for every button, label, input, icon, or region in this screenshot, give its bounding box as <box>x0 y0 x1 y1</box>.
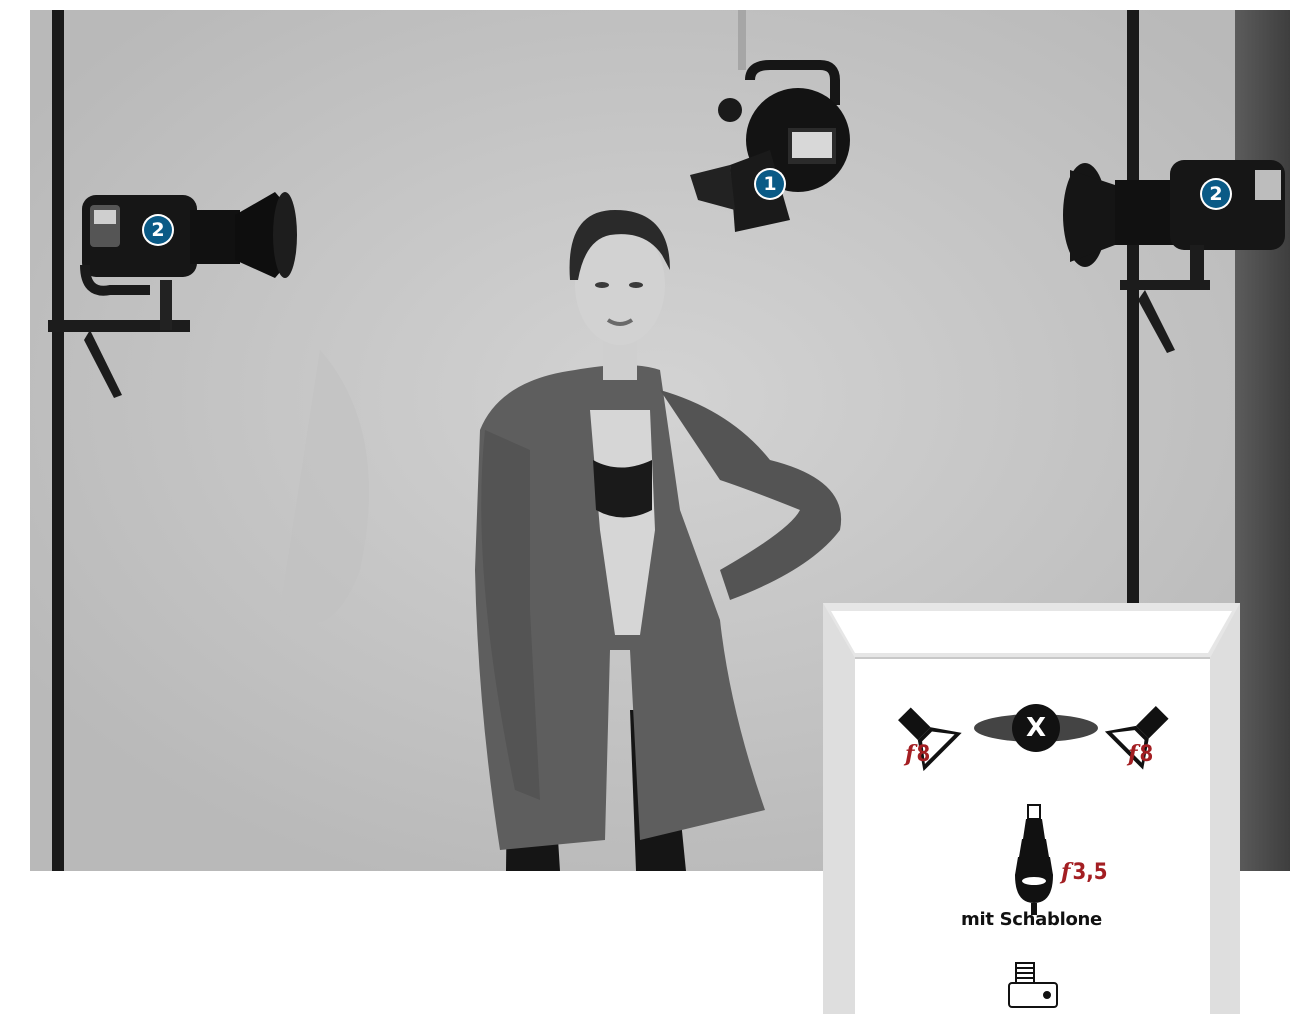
spot-fstop: f3,5 <box>1061 859 1108 885</box>
light-number-badge-1: 1 <box>756 170 784 198</box>
light-number-badge-2-right: 2 <box>1202 180 1230 208</box>
fstop-prefix: f <box>1128 741 1138 767</box>
right-fstop-value: 8 <box>1139 742 1154 767</box>
left-fstop-value: 8 <box>916 742 931 767</box>
curtain <box>1235 10 1290 871</box>
left-light-fstop: f8 <box>905 741 930 767</box>
subject-marker-label: X <box>1025 713 1047 743</box>
right-light-fstop: f8 <box>1128 741 1153 767</box>
diagram-graphics <box>823 603 1240 1014</box>
fstop-prefix: f <box>1061 859 1071 885</box>
fstop-prefix: f <box>905 741 915 767</box>
light-number-badge-2-left: 2 <box>144 216 172 244</box>
spot-fstop-value: 3,5 <box>1072 860 1108 885</box>
lighting-diagram: X f8 f8 f3,5 mit Schablone <box>823 603 1240 1014</box>
spot-note: mit Schablone <box>961 909 1102 930</box>
